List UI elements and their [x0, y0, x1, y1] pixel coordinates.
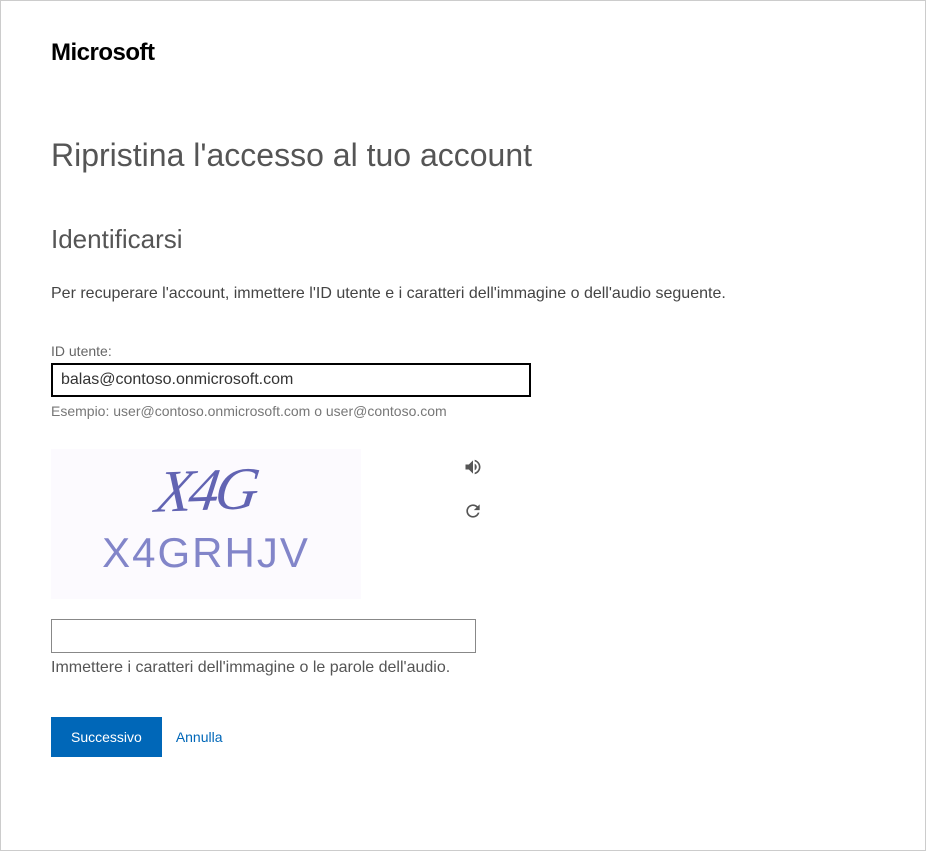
microsoft-logo: Microsoft	[51, 39, 875, 67]
subtitle: Identificarsi	[51, 224, 875, 255]
user-id-input[interactable]	[51, 363, 531, 397]
captcha-image: X4G X4GRHJV	[51, 449, 361, 599]
instructions-text: Per recuperare l'account, immettere l'ID…	[51, 285, 875, 303]
cancel-button[interactable]: Annulla	[172, 721, 227, 753]
user-id-label: ID utente:	[51, 343, 875, 359]
next-button[interactable]: Successivo	[51, 717, 162, 757]
captcha-hint: Immettere i caratteri dell'immagine o le…	[51, 659, 875, 677]
speaker-icon	[463, 457, 483, 482]
page-title: Ripristina l'accesso al tuo account	[51, 137, 875, 174]
user-id-example: Esempio: user@contoso.onmicrosoft.com o …	[51, 403, 875, 419]
refresh-captcha-button[interactable]	[461, 501, 485, 525]
refresh-icon	[463, 501, 483, 526]
audio-captcha-button[interactable]	[461, 457, 485, 481]
captcha-clear-text: X4GRHJV	[102, 529, 310, 577]
captcha-input[interactable]	[51, 619, 476, 653]
captcha-distorted-text: X4G	[153, 464, 258, 515]
